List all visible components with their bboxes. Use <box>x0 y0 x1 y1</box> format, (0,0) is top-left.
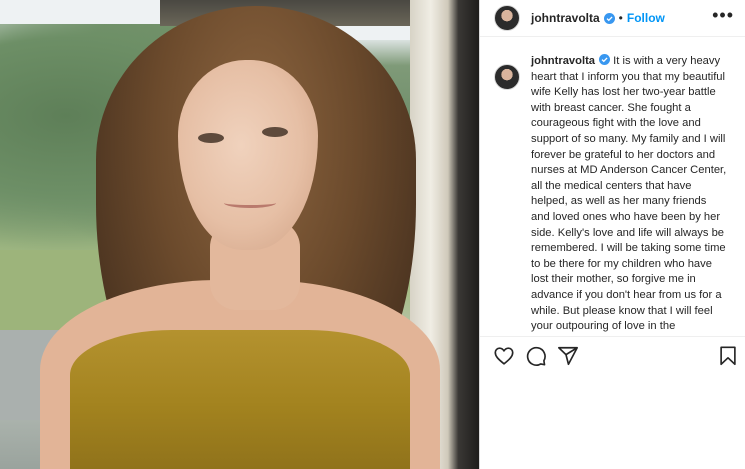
comment-icon <box>526 346 546 366</box>
post-side-panel: johntravolta • Follow ••• johntravolta I… <box>479 0 745 469</box>
author-avatar[interactable] <box>494 5 520 31</box>
photo-person-eye-right <box>262 127 288 137</box>
photo-person-dress <box>70 330 410 469</box>
photo-person-mouth <box>224 198 276 208</box>
more-options-icon[interactable]: ••• <box>712 6 734 24</box>
author-username[interactable]: johntravolta <box>531 11 600 25</box>
paper-plane-icon <box>558 346 578 366</box>
save-button[interactable] <box>717 345 739 367</box>
caption-body: It is with a very heavy heart that I inf… <box>531 55 727 333</box>
photo-person-eye-left <box>198 133 224 143</box>
verified-badge-icon <box>603 12 615 24</box>
like-button[interactable] <box>493 345 515 367</box>
caption-verified-badge-icon <box>599 54 611 65</box>
caption-author-avatar[interactable] <box>494 64 520 90</box>
post-caption: johntravolta It is with a very heavy hea… <box>480 54 745 336</box>
bookmark-icon <box>720 346 736 366</box>
follow-button[interactable]: Follow <box>627 11 665 25</box>
caption-text-block: johntravolta It is with a very heavy hea… <box>531 54 728 336</box>
post-actions <box>480 336 745 376</box>
header-separator: • <box>618 11 623 25</box>
post-header: johntravolta • Follow ••• <box>480 0 745 37</box>
heart-icon <box>494 347 514 365</box>
caption-author-username[interactable]: johntravolta <box>531 55 595 67</box>
share-button[interactable] <box>557 345 579 367</box>
post-photo[interactable] <box>0 0 479 469</box>
comment-button[interactable] <box>525 345 547 367</box>
